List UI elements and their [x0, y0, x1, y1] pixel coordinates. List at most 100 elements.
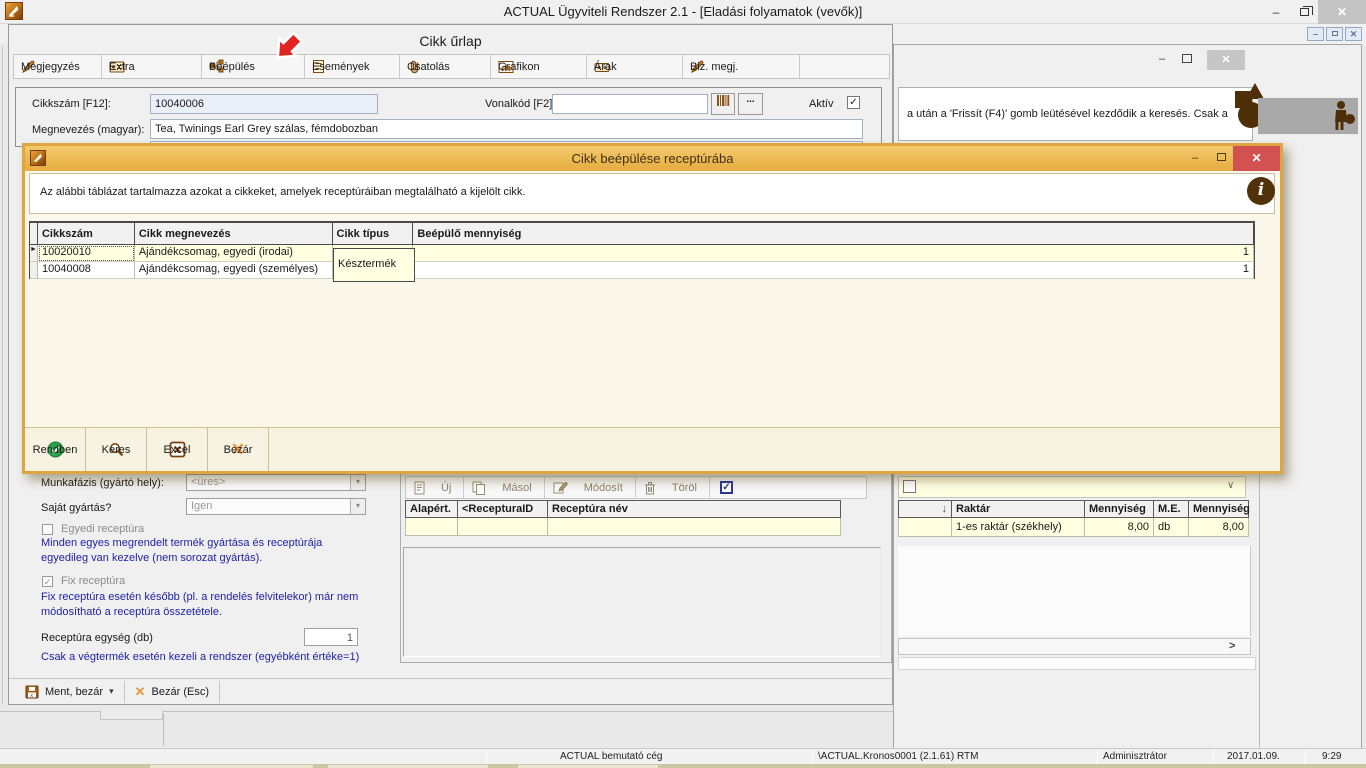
torol-button[interactable]: Töröl — [636, 477, 710, 498]
panel-divider — [1259, 471, 1260, 749]
status-date: 2017.01.09. — [1227, 751, 1280, 762]
rendben-button[interactable]: Rendben — [25, 428, 86, 471]
receptura-table: Alapért. <RecepturaID Receptúra név — [405, 500, 841, 536]
modal-col-mennyiseg[interactable]: Beépülő mennyiség — [413, 222, 1254, 245]
ment-bezar-button[interactable]: x Ment, bezár ▾ — [15, 681, 125, 703]
stock-cell-raktar: 1-es raktár (székhely) — [952, 518, 1085, 537]
filter-checkbox[interactable] — [903, 480, 916, 493]
masol-button[interactable]: Másol — [464, 477, 544, 498]
selector-col-header — [30, 222, 38, 245]
stock-table: ↓ Raktár Mennyiség M.E. Mennyiség 1-es r… — [898, 500, 1249, 537]
modal-titlebar: Cikk beépülése receptúrába – ✕ — [25, 146, 1280, 171]
egyedi-receptura-checkbox[interactable] — [42, 524, 53, 535]
cikkszam-input[interactable]: 10040006 — [150, 94, 378, 114]
modal-minimize-icon[interactable]: – — [1185, 149, 1205, 167]
mdi-close-icon[interactable]: ✕ — [1345, 27, 1362, 41]
receptura-empty-area — [403, 547, 881, 657]
bottom-strip — [898, 657, 1256, 670]
edit-icon — [553, 481, 568, 495]
receptura-empty-row[interactable] — [406, 518, 841, 536]
modosit-button[interactable]: Módosít — [545, 477, 636, 498]
barcode-button[interactable] — [711, 93, 735, 115]
modal-cell-megnevezes: Ajándékcsomag, egyedi (irodai) — [135, 245, 333, 262]
megnevezes-input[interactable]: Tea, Twinings Earl Grey szálas, fémdoboz… — [150, 119, 863, 139]
receptura-filter-checkbox[interactable]: ✓ — [720, 481, 733, 494]
copy-icon — [472, 481, 486, 495]
modal-row-1[interactable]: ► 10020010 Ajándékcsomag, egyedi (irodai… — [30, 245, 1254, 262]
mdi-restore-icon[interactable] — [1326, 27, 1343, 41]
uj-button[interactable]: Új — [406, 477, 464, 498]
modal-info-bar: Az alábbi táblázat tartalmazza azokat a … — [29, 173, 1275, 214]
grafikon-button[interactable]: Grafikon — [491, 55, 587, 78]
filter-row[interactable]: ∨ — [898, 476, 1246, 498]
scroll-strip[interactable]: > — [898, 638, 1251, 655]
restore-icon[interactable] — [1290, 0, 1318, 24]
modal-title: Cikk beépülése receptúrába — [25, 151, 1280, 166]
minimize-icon[interactable]: – — [1262, 0, 1290, 24]
excel-button[interactable]: Excel — [147, 428, 208, 471]
form-panel: Cikkszám [F12]: 10040006 Vonalkód [F2] .… — [15, 87, 882, 147]
sajat-gyartas-select[interactable]: Igen ▾ — [186, 498, 366, 515]
bgw-minimize-icon[interactable]: – — [1154, 53, 1170, 65]
bezar-esc-button[interactable]: ✕ Bezár (Esc) — [125, 681, 220, 703]
hint-box: a után a 'Frissít (F4)' gomb leütésével … — [898, 87, 1253, 141]
munkafazis-select[interactable]: <üres> ▾ — [186, 474, 366, 491]
modal-button-bar: Rendben Keres Excel ✕ Bezár — [25, 427, 1280, 471]
stock-cell-mennyiseg2: 8,00 — [1189, 518, 1249, 537]
receptura-egyseg-input[interactable]: 1 — [304, 628, 358, 646]
mdi-minimize-icon[interactable]: – — [1307, 27, 1324, 41]
chevron-right-icon[interactable]: > — [1229, 640, 1235, 652]
main-titlebar: ACTUAL Ügyviteli Rendszer 2.1 - [Eladási… — [0, 0, 1366, 24]
modal-maximize-icon[interactable] — [1211, 149, 1231, 167]
receptura-egyseg-label: Receptúra egység (db) — [41, 632, 153, 644]
modal-col-cikkszam[interactable]: Cikkszám — [38, 222, 135, 245]
receptura-col-alapert[interactable]: Alapért. — [406, 501, 458, 518]
stock-row[interactable]: 1-es raktár (székhely) 8,00 db 8,00 — [899, 518, 1249, 537]
extra-button[interactable]: Extra — [102, 55, 202, 78]
modal-col-megnevezes[interactable]: Cikk megnevezés — [135, 222, 333, 245]
person-icon — [1330, 100, 1356, 132]
receptura-group: Új Másol Módosít Töröl ✓ Alapért. — [400, 471, 892, 663]
arak-button[interactable]: Árak — [587, 55, 683, 78]
row-pointer-icon: ► — [30, 245, 38, 262]
fix-help-line2: módosítható a receptúra összetétele. — [41, 606, 222, 618]
fix-receptura-label: Fix receptúra — [61, 575, 125, 587]
fix-help-line1: Fix receptúra esetén később (pl. a rende… — [41, 591, 358, 603]
aktiv-label: Aktív — [809, 98, 833, 110]
vonalkod-input[interactable] — [552, 94, 708, 114]
modal-row-2[interactable]: 10040008 Ajándékcsomag, egyedi (személye… — [30, 262, 1254, 279]
hint-text: a után a 'Frissít (F4)' gomb leütésével … — [907, 108, 1237, 120]
sort-down-icon[interactable]: ↓ — [899, 501, 952, 518]
aktiv-checkbox[interactable]: ✓ — [847, 96, 860, 109]
stock-col-mennyiseg1[interactable]: Mennyiség — [1085, 501, 1154, 518]
bgw-maximize-icon[interactable] — [1182, 54, 1192, 63]
lookup-dots-button[interactable]: ... — [738, 93, 763, 115]
taskbar-sliver — [0, 764, 1366, 768]
fix-receptura-checkbox[interactable]: ✓ — [42, 576, 53, 587]
megjegyzes-button[interactable]: Megjegyzés — [14, 55, 102, 78]
stock-col-raktar[interactable]: Raktár — [952, 501, 1085, 518]
biz-megj-button[interactable]: Biz. megj. — [683, 55, 800, 78]
stock-cell-selector — [899, 518, 952, 537]
close-icon[interactable]: ✕ — [1318, 0, 1366, 24]
receptura-col-id[interactable]: <RecepturaID — [458, 501, 548, 518]
lower-tab[interactable] — [100, 711, 163, 720]
stock-col-me[interactable]: M.E. — [1154, 501, 1189, 518]
trash-icon — [644, 481, 656, 495]
keres-button[interactable]: Keres — [86, 428, 147, 471]
status-user: Adminisztrátor — [1103, 751, 1167, 762]
bgw-close-icon[interactable]: ✕ — [1207, 50, 1245, 70]
modal-close-icon[interactable]: ✕ — [1233, 146, 1280, 171]
chevron-down-icon[interactable]: ∨ — [1227, 480, 1234, 491]
esemenyek-button[interactable]: Események — [305, 55, 400, 78]
receptura-col-nev[interactable]: Receptúra név — [548, 501, 841, 518]
stock-col-mennyiseg2[interactable]: Mennyiség — [1189, 501, 1249, 518]
cikk-window-title: Cikk űrlap — [9, 33, 892, 49]
caret-down-icon[interactable]: ▾ — [350, 475, 365, 490]
caret-down-icon[interactable]: ▾ — [350, 499, 365, 514]
modal-bezar-button[interactable]: ✕ Bezár — [208, 428, 269, 471]
csatolas-button[interactable]: Csatolás — [400, 55, 491, 78]
modal-table: Cikkszám Cikk megnevezés Cikk típus Beép… — [29, 221, 1255, 279]
modal-col-tipus[interactable]: Cikk típus — [333, 222, 414, 245]
egyedi-help-line2: egyedileg van kezelve (nem sorozat gyárt… — [41, 552, 262, 564]
